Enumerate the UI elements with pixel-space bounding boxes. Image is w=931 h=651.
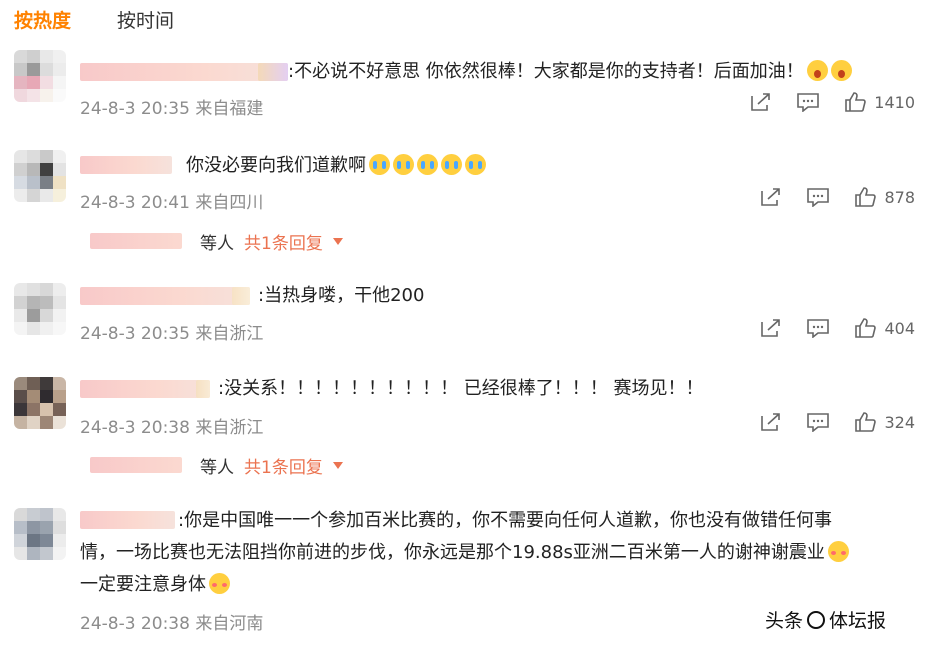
like-button[interactable]: 1410 — [844, 92, 915, 112]
comment-location: 来自浙江 — [195, 324, 264, 344]
thumbs-up-icon — [855, 187, 877, 207]
sort-tabs: 按热度 按时间 — [14, 6, 174, 34]
thumbs-up-icon — [855, 412, 877, 432]
avatar[interactable] — [14, 150, 66, 202]
share-icon — [751, 93, 771, 111]
share-icon — [761, 413, 781, 431]
at-icon — [807, 610, 826, 629]
comment-button[interactable] — [806, 412, 830, 432]
comment-actions: 878 — [736, 187, 915, 207]
watermark-text-right: 体坛报 — [829, 610, 887, 632]
comment-location: 来自四川 — [195, 193, 264, 213]
share-button[interactable] — [750, 92, 772, 112]
comment-text: :当热身喽，干他200 — [258, 285, 425, 306]
avatar[interactable] — [14, 283, 66, 335]
like-count: 324 — [884, 412, 915, 432]
like-button[interactable]: 878 — [854, 187, 915, 207]
watermark-text-left: 头条 — [765, 610, 804, 632]
comment-icon — [807, 188, 830, 207]
blush-icon — [209, 573, 230, 594]
comment-meta: 24-8-3 20:35 来自福建 — [80, 94, 263, 119]
crying-icon — [441, 154, 462, 175]
reply-count-link[interactable]: 共1条回复 — [244, 453, 323, 478]
comment-time: 24-8-3 20:35 — [80, 324, 190, 344]
comment-meta: 24-8-3 20:38 来自浙江 — [80, 413, 263, 438]
share-button[interactable] — [760, 318, 782, 338]
thumbs-up-icon — [855, 318, 877, 338]
comment-location: 来自浙江 — [195, 418, 264, 438]
share-button[interactable] — [760, 412, 782, 432]
comment-text-continued: 情，一场比赛也无法阻挡你前进的步伐，你永远是那个19.88s亚洲二百米第一人的谢… — [80, 537, 849, 569]
like-count: 1410 — [874, 92, 915, 112]
username[interactable] — [80, 380, 210, 398]
comment-location: 来自河南 — [195, 614, 264, 634]
comment-text: 你没必要向我们道歉啊 — [186, 150, 486, 182]
like-button[interactable]: 404 — [854, 318, 915, 338]
share-button[interactable] — [760, 187, 782, 207]
comment-location: 来自福建 — [195, 99, 264, 119]
watermark: 头条 体坛报 — [765, 606, 886, 633]
comment-text: :你是中国唯一一个参加百米比赛的，你不需要向任何人道歉，你也没有做错任何事 — [178, 510, 833, 531]
tab-by-time[interactable]: 按时间 — [117, 6, 174, 34]
like-count: 878 — [884, 187, 915, 207]
comment-icon — [807, 413, 830, 432]
reply-count-link[interactable]: 共1条回复 — [244, 229, 323, 254]
avatar[interactable] — [14, 50, 66, 102]
username[interactable] — [80, 156, 172, 174]
reply-others: 等人 — [200, 233, 234, 254]
reply-preview[interactable]: 等人 共1条回复 — [90, 227, 343, 255]
username[interactable] — [80, 287, 250, 305]
shock-icon — [806, 60, 828, 81]
tab-by-popularity[interactable]: 按热度 — [14, 6, 71, 34]
avatar[interactable] — [14, 377, 66, 429]
crying-icon — [393, 154, 414, 175]
reply-others: 等人 — [200, 457, 234, 478]
comment-button[interactable] — [796, 92, 820, 112]
comment-actions: 324 — [736, 412, 915, 432]
comment-time: 24-8-3 20:41 — [80, 193, 190, 213]
comment-meta: 24-8-3 20:35 来自浙江 — [80, 319, 263, 344]
blush-icon — [827, 541, 849, 562]
comment-meta: 24-8-3 20:38 来自河南 — [80, 609, 263, 634]
share-icon — [761, 319, 781, 337]
comment-text-continued: 一定要注意身体 — [80, 569, 230, 601]
comment-text: :没关系！！！！！！！！！！ 已经很棒了！！！ 赛场见！！ — [218, 378, 704, 399]
comment-time: 24-8-3 20:38 — [80, 418, 190, 438]
like-count: 404 — [884, 318, 915, 338]
username[interactable] — [80, 63, 288, 81]
like-button[interactable]: 324 — [854, 412, 915, 432]
chevron-down-icon[interactable] — [332, 461, 343, 469]
shock-icon — [830, 60, 852, 81]
reply-preview[interactable]: 等人 共1条回复 — [90, 451, 343, 479]
comment-button[interactable] — [806, 318, 830, 338]
reply-username[interactable] — [90, 233, 182, 249]
comment-icon — [797, 93, 820, 112]
comment-icon — [807, 319, 830, 338]
comment-text: :不必说不好意思 你依然很棒！大家都是你的支持者！后面加油！ — [288, 56, 852, 88]
crying-icon — [417, 154, 438, 175]
comment-meta: 24-8-3 20:41 来自四川 — [80, 188, 263, 213]
crying-icon — [465, 154, 486, 175]
chevron-down-icon[interactable] — [332, 237, 343, 245]
comment-actions: 404 — [736, 318, 915, 338]
share-icon — [761, 188, 781, 206]
comment-time: 24-8-3 20:35 — [80, 99, 190, 119]
comment-actions: 1410 — [726, 92, 915, 112]
thumbs-up-icon — [845, 92, 867, 112]
comment-time: 24-8-3 20:38 — [80, 614, 190, 634]
avatar[interactable] — [14, 508, 66, 560]
username[interactable] — [80, 511, 175, 529]
crying-icon — [369, 154, 390, 175]
comment-button[interactable] — [806, 187, 830, 207]
reply-username[interactable] — [90, 457, 182, 473]
